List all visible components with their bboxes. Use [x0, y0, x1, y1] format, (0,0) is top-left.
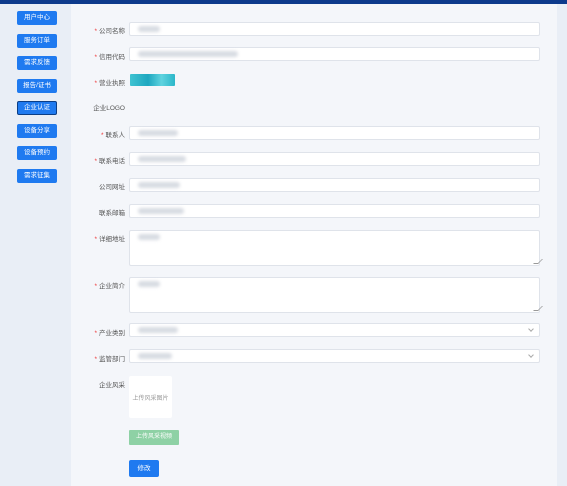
modify-button[interactable]: 修改 [129, 460, 159, 477]
chevron-down-icon [528, 352, 534, 358]
upload-image-label: 上传风采图片 [132, 396, 169, 402]
sidebar-item-user-center[interactable]: 用户中心 [17, 11, 57, 25]
required-mark: * [100, 132, 104, 139]
website-input[interactable] [129, 178, 540, 192]
required-mark: * [94, 158, 97, 165]
business-license-label: * 营业执照 [94, 80, 125, 87]
sidebar: 用户中心 服务订单 需求反馈 报告/证书 企业认证 设备分享 设备预约 需求征集 [0, 4, 70, 486]
required-mark: * [94, 356, 97, 363]
department-select[interactable] [129, 349, 540, 363]
address-textarea[interactable] [129, 230, 543, 266]
required-mark: * [94, 54, 97, 61]
company-name-input[interactable] [129, 22, 540, 36]
company-logo-label: 企业LOGO [93, 105, 125, 112]
credit-code-input[interactable] [129, 47, 540, 61]
email-input[interactable] [129, 204, 540, 218]
scrollbar[interactable] [560, 4, 567, 486]
upload-video-button[interactable]: 上传风采视频 [129, 430, 179, 445]
sidebar-item-feedback[interactable]: 需求反馈 [17, 56, 57, 70]
credit-code-label: * 信用代码 [94, 54, 125, 61]
industry-label: * 产业类别 [94, 330, 125, 337]
style-label: 企业风采 [99, 382, 125, 389]
contact-person-input[interactable] [129, 126, 540, 140]
profile-label: * 企业简介 [94, 283, 125, 290]
contact-phone-label: * 联系电话 [94, 158, 125, 165]
contact-phone-input[interactable] [129, 152, 540, 166]
sidebar-item-demand-collection[interactable]: 需求征集 [17, 169, 57, 183]
contact-person-label: * 联系人 [100, 132, 125, 139]
required-mark: * [94, 330, 97, 337]
required-mark: * [94, 28, 97, 35]
website-label: 公司网址 [99, 184, 125, 191]
sidebar-item-enterprise-cert[interactable]: 企业认证 [17, 101, 57, 115]
required-mark: * [94, 236, 97, 243]
upload-image-box[interactable]: 上传风采图片 [129, 376, 172, 418]
sidebar-item-device-share[interactable]: 设备分享 [17, 124, 57, 138]
required-mark: * [94, 283, 97, 290]
sidebar-item-service-orders[interactable]: 服务订单 [17, 34, 57, 48]
chevron-down-icon [528, 326, 534, 332]
company-name-label: * 公司名称 [94, 28, 125, 35]
department-label: * 监管部门 [94, 356, 125, 363]
sidebar-item-reports[interactable]: 报告/证书 [17, 79, 57, 93]
address-label: * 详细地址 [94, 236, 125, 243]
business-license-thumbnail[interactable] [130, 74, 175, 86]
profile-textarea[interactable] [129, 277, 543, 313]
industry-select[interactable] [129, 323, 540, 337]
email-label: 联系邮箱 [99, 210, 125, 217]
sidebar-item-device-booking[interactable]: 设备预约 [17, 146, 57, 160]
required-mark: * [94, 80, 97, 87]
